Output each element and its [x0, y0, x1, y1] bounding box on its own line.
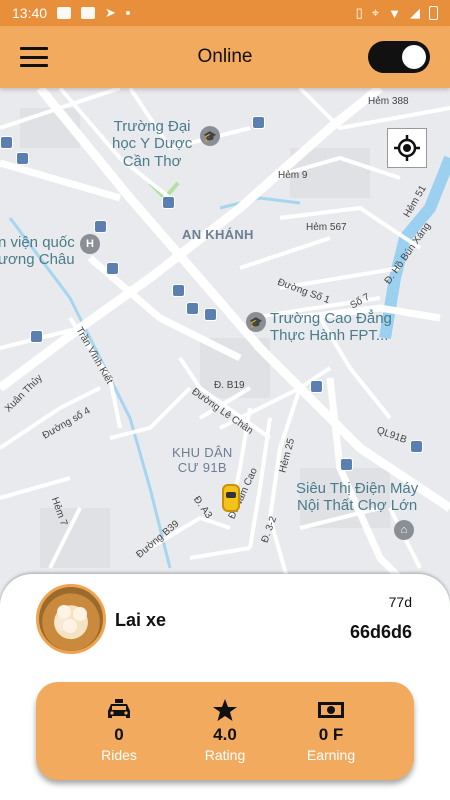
bus-stop-icon[interactable]	[252, 116, 265, 129]
map-label-hem-388: Hẻm 388	[368, 96, 409, 107]
taxi-icon	[107, 699, 131, 721]
cash-icon	[318, 699, 344, 721]
telegram-icon: ➤	[105, 5, 116, 20]
map-label-university: Trường Đại học Y Dược Cần Thơ	[112, 118, 193, 170]
bus-stop-icon[interactable]	[162, 196, 175, 209]
status-bar: 13:40 ➤ ▯ ⌖ ▼ ◢	[0, 0, 450, 26]
bus-stop-icon[interactable]	[340, 458, 353, 471]
driver-name: Lai xe	[115, 610, 167, 630]
avatar[interactable]	[36, 584, 106, 654]
map-label-khu-dan-cu: KHU DÂN CƯ 91B	[172, 445, 233, 475]
rides-value: 0	[114, 725, 124, 744]
toggle-knob	[402, 45, 426, 69]
map-view[interactable]: 🎓 H 🎓 ⌂ Trường Đại học Y Dược Cần Thơ n …	[0, 88, 450, 588]
status-time: 13:40	[12, 5, 48, 21]
bus-stop-icon[interactable]	[30, 330, 43, 343]
bus-stop-icon[interactable]	[94, 220, 107, 233]
news-notification-icon	[81, 7, 96, 19]
time-ago: 77d	[388, 594, 412, 610]
my-location-button[interactable]	[387, 128, 427, 168]
bus-stop-icon[interactable]	[0, 136, 13, 149]
earning-value: 0 F	[318, 725, 344, 744]
online-toggle[interactable]	[368, 41, 430, 73]
rating-value: 4.0	[213, 725, 237, 744]
bus-stop-icon[interactable]	[204, 308, 217, 321]
bus-stop-icon[interactable]	[186, 302, 199, 315]
map-label-d-b19: Đ. B19	[214, 380, 245, 391]
menu-icon[interactable]	[20, 47, 48, 67]
more-notifications-icon	[125, 11, 130, 15]
stat-earning[interactable]: 0 F Earning	[291, 699, 371, 763]
vibrate-icon: ▯	[355, 5, 363, 20]
bus-stop-icon[interactable]	[106, 262, 119, 275]
bus-stop-icon[interactable]	[410, 440, 423, 453]
location-icon: ⌖	[371, 5, 380, 20]
star-icon	[213, 699, 237, 721]
map-label-hem-9: Hẻm 9	[278, 170, 308, 181]
battery-icon	[429, 6, 438, 20]
map-label-hospital: n viện quốc ương Châu	[0, 234, 75, 269]
stats-panel: 0 Rides 4.0 Rating 0 F Earning	[36, 682, 414, 780]
bus-stop-icon[interactable]	[172, 284, 185, 297]
taxi-marker-icon[interactable]	[222, 484, 240, 512]
stat-rating[interactable]: 4.0 Rating	[185, 699, 265, 763]
driver-card: Lai xe 77d 66d6d6 0 Rides 4.0 Rating 0 F…	[0, 574, 450, 800]
map-label-college: Trường Cao Đẳng Thực Hành FPT...	[270, 310, 392, 345]
university-poi-icon[interactable]: 🎓	[200, 126, 220, 146]
college-poi-icon[interactable]: 🎓	[246, 312, 266, 332]
store-poi-icon[interactable]: ⌂	[394, 520, 414, 540]
crosshair-icon	[394, 135, 420, 161]
rides-label: Rides	[101, 747, 137, 763]
image-notification-icon	[57, 7, 72, 19]
map-label-an-khanh: AN KHÁNH	[182, 227, 254, 242]
bus-stop-icon[interactable]	[310, 380, 323, 393]
signal-icon: ◢	[410, 5, 420, 20]
stat-rides[interactable]: 0 Rides	[79, 699, 159, 763]
rating-label: Rating	[204, 747, 246, 763]
map-label-hem-567: Hẻm 567	[306, 222, 347, 233]
app-bar: Online	[0, 26, 450, 88]
wifi-icon: ▼	[388, 5, 401, 21]
bus-stop-icon[interactable]	[16, 152, 29, 165]
hospital-poi-icon[interactable]: H	[80, 234, 100, 254]
earning-label: Earning	[306, 747, 356, 763]
license-plate: 66d6d6	[349, 622, 412, 642]
map-label-supermarket: Siêu Thị Điện Máy Nội Thất Chợ Lớn	[296, 480, 419, 515]
